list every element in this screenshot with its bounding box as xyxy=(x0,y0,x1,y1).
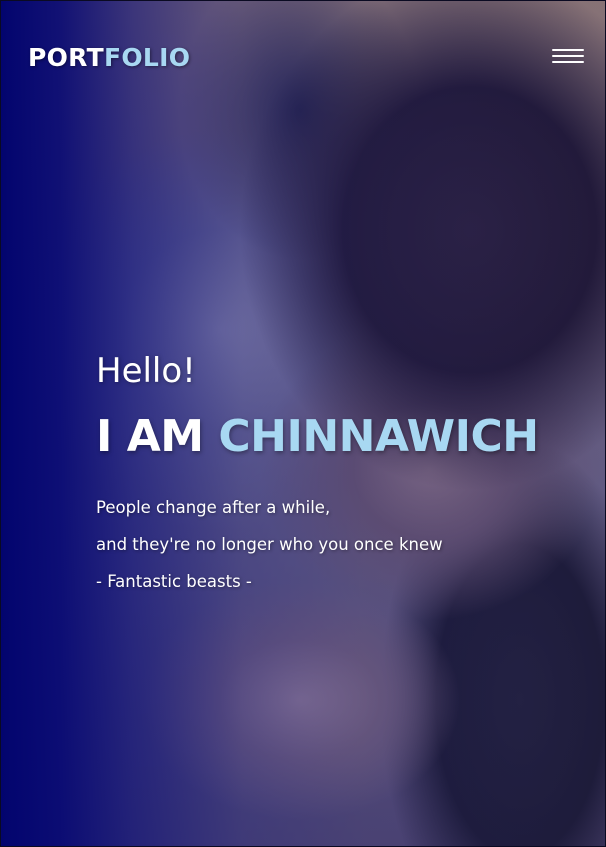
greeting: Hello! xyxy=(96,351,196,391)
name-prefix: I AM xyxy=(96,411,204,462)
quote-line-2: and they're no longer who you once knew xyxy=(96,535,443,554)
name-highlight: CHINNAWICH xyxy=(218,411,539,462)
brand-logo[interactable]: PORTFOLIO xyxy=(28,43,190,72)
brand-part-2: FOLIO xyxy=(103,43,191,72)
brand-part-1: PORT xyxy=(28,43,104,72)
hamburger-menu-icon[interactable] xyxy=(552,49,584,67)
menu-bar-top xyxy=(552,49,584,51)
quote-source: - Fantastic beasts - xyxy=(96,572,252,591)
hero-title: I AM CHINNAWICH xyxy=(96,412,539,462)
quote-line-1: People change after a while, xyxy=(96,498,331,517)
menu-bar-bottom xyxy=(552,61,584,63)
quote: People change after a while, and they're… xyxy=(96,489,539,600)
hero-content: Hello! I AM CHINNAWICH People change aft… xyxy=(96,350,539,600)
hero-section: PORTFOLIO Hello! I AM CHINNAWICH People … xyxy=(0,0,606,847)
menu-bar-middle xyxy=(552,55,584,57)
